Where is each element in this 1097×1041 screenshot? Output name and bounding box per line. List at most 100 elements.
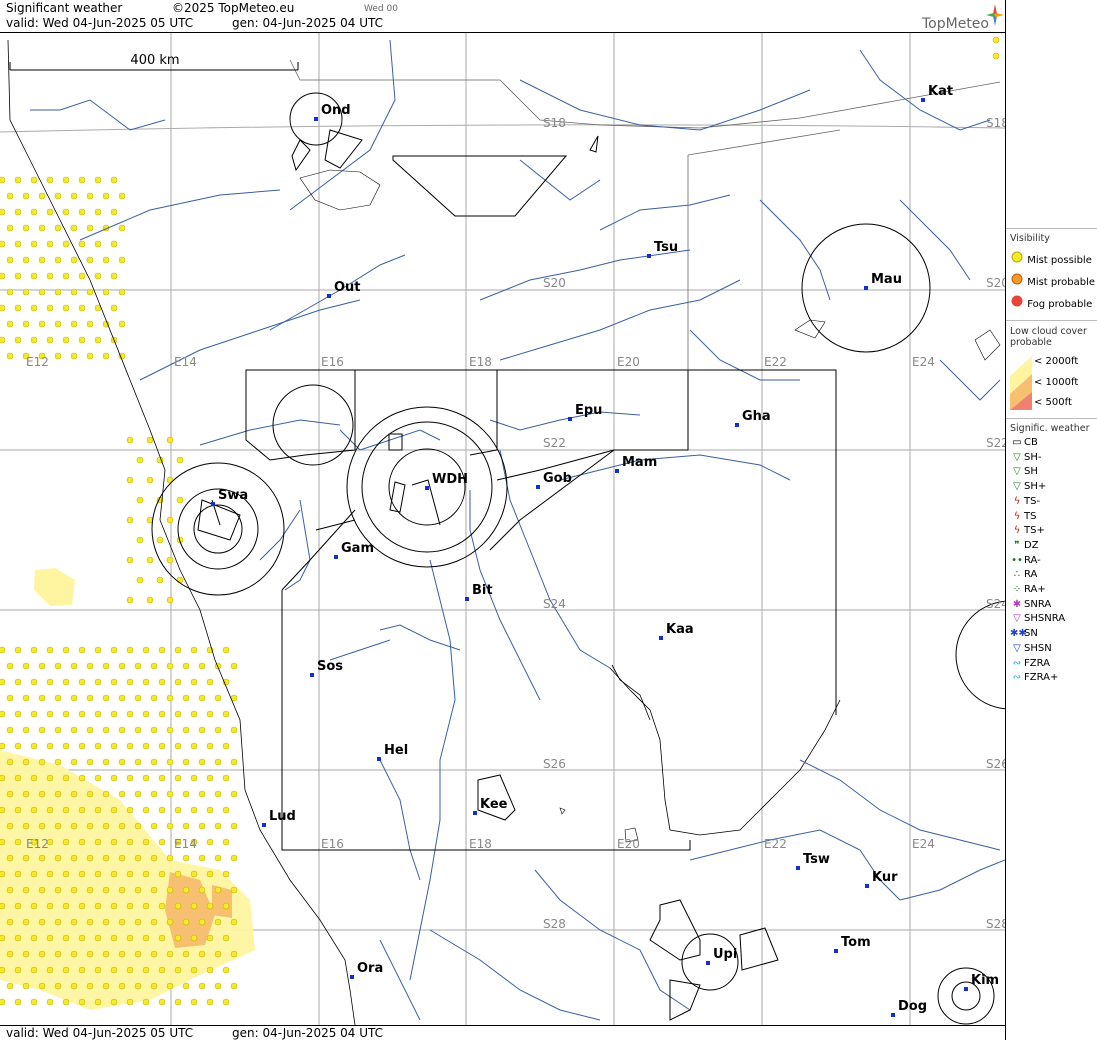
city-marker-ora [350,975,354,979]
wx-shsnra-icon: ▽ [1013,613,1021,625]
city-label-wdh: WDH [432,472,468,487]
city-label-bit: Bit [472,583,493,598]
legend-wx-shsn: ▽ SHSN [1010,643,1052,654]
lon-label-e18: E18 [469,837,492,851]
legend-mist-probable-label: Mist probable [1027,277,1096,288]
legend-wx-ra-minus: ••RA- [1010,555,1041,566]
city-marker-upi [706,961,710,965]
legend-wx-label: TS- [1024,495,1041,507]
lon-label-e20: E20 [617,355,640,369]
legend-wx-label: TS+ [1024,525,1045,537]
city-marker-tom [834,949,838,953]
legend-wx-label: RA [1024,569,1038,581]
city-marker-gam [334,555,338,559]
city-label-swa: Swa [218,488,248,503]
wx-dz-icon: ❞ [1014,539,1020,551]
city-label-kat: Kat [928,84,953,99]
city-label-gam: Gam [341,541,374,556]
lat-label-s26: S26 [986,757,1005,771]
lon-label-e16: E16 [321,837,344,851]
header-bar: Significant weather ©2025 TopMeteo.eu We… [0,0,1005,33]
city-marker-kat [921,98,925,102]
legend-wx-ts-minus: ϟ TS- [1010,496,1040,507]
city-marker-kaa [659,636,663,640]
legend-visibility-title: Visibility [1010,233,1050,244]
wx-ra--icon: •• [1011,554,1023,566]
legend-mist-possible: Mist possible [1010,251,1092,266]
legend-wx-ts: ϟ TS [1010,510,1037,522]
city-label-kur: Kur [872,870,898,885]
city-marker-ond [314,117,318,121]
city-marker-epu [568,417,572,421]
city-label-mam: Mam [622,455,657,470]
city-label-kee: Kee [480,797,508,812]
city-marker-out [327,294,331,298]
legend-wx-label: FZRA+ [1024,672,1059,684]
legend-wx-ra: ∴ RA [1010,569,1038,581]
weather-map: 400 km E12 E12 E14 E14 E16 E16 E18 E18 E20 E20 E22… [0,33,1005,1025]
city-label-tom: Tom [841,935,871,950]
legend-wx-dz: ❞ DZ [1010,539,1039,551]
legend-wx-sh-minusplus: ▽ SH+ [1010,481,1046,492]
wx-fzra-icon: ∾ [1012,657,1022,669]
city-label-ond: Ond [321,103,351,118]
lon-label-e16: E16 [321,355,344,369]
city-label-tsw: Tsw [803,852,830,867]
lat-label-s22: S22 [543,436,566,450]
legend-fog-probable: Fog probable [1010,295,1092,310]
legend-wx-label: SH [1024,466,1038,478]
lon-label-e24: E24 [912,837,935,851]
city-marker-dog [891,1013,895,1017]
lon-label-e14: E14 [174,837,197,851]
city-label-hel: Hel [384,743,408,758]
borders [289,59,1001,450]
legend-wx-sh: ▽ SH [1010,466,1038,477]
legend-wx-label: SNRA [1024,598,1052,610]
legend-weather-title: Signific. weather [1010,423,1090,434]
lon-label-e22: E22 [764,355,787,369]
footer-generated-time: gen: 04-Jun-2025 04 UTC [232,1026,384,1040]
lat-label-s18: S18 [543,116,566,130]
lat-label-s24: S24 [543,597,566,611]
city-marker-gob [536,485,540,489]
legend-wx-label: CB [1024,437,1038,448]
city-label-gob: Gob [543,471,572,486]
lat-label-s22: S22 [986,436,1005,450]
lon-label-e18: E18 [469,355,492,369]
lon-label-e20: E20 [617,837,640,851]
grid-labels: E12 E12 E14 E14 E16 E16 E18 E18 E20 E20 E22 E22 E24 E… [26,116,1005,931]
legend-fog-probable-label: Fog probable [1027,299,1093,310]
sigwx-areas [197,129,837,1021]
wx-ts+-icon: ϟ [1013,525,1021,537]
legend-wx-ra-minusplus: ⁘ RA+ [1010,584,1046,595]
city-label-mau: Mau [871,272,902,287]
lat-label-s20: S20 [543,276,566,290]
legend-wx-ts-minusplus: ϟ TS+ [1010,525,1045,536]
lon-label-e12: E12 [26,837,49,851]
city-marker-kim [964,987,968,991]
legend-wx-label: DZ [1024,539,1039,551]
lon-label-e24: E24 [912,355,935,369]
legend-wx-sh-minus: ▽ SH- [1010,452,1041,463]
city-marker-hel [377,757,381,761]
wx-fzra+-icon: ∾ [1012,672,1022,684]
city-marker-wdh [425,486,429,490]
city-marker-lud [262,823,266,827]
valid-time: valid: Wed 04-Jun-2025 05 UTC [6,16,194,30]
scale-label: 400 km [130,53,179,68]
legend-mist-probable: Mist probable [1010,273,1095,288]
city-label-gha: Gha [742,409,771,424]
wx-ra-icon: ∴ [1013,569,1021,581]
lon-label-e14: E14 [174,355,197,369]
city-marker-bit [465,597,469,601]
city-marker-mau [864,286,868,290]
legend-cloud-2000: < 2000ft [1034,356,1079,367]
wx-ts-icon: ϟ [1013,510,1021,522]
wx-cb-icon: ▭ [1012,437,1022,448]
legend-cloud-title: Low cloud cover probable [1010,326,1087,348]
city-label-epu: Epu [575,403,602,418]
copyright-text: ©2025 TopMeteo.eu [172,1,295,15]
model-run-label: Wed 00 [364,4,398,14]
city-label-dog: Dog [898,999,927,1014]
lat-label-s20: S20 [986,276,1005,290]
